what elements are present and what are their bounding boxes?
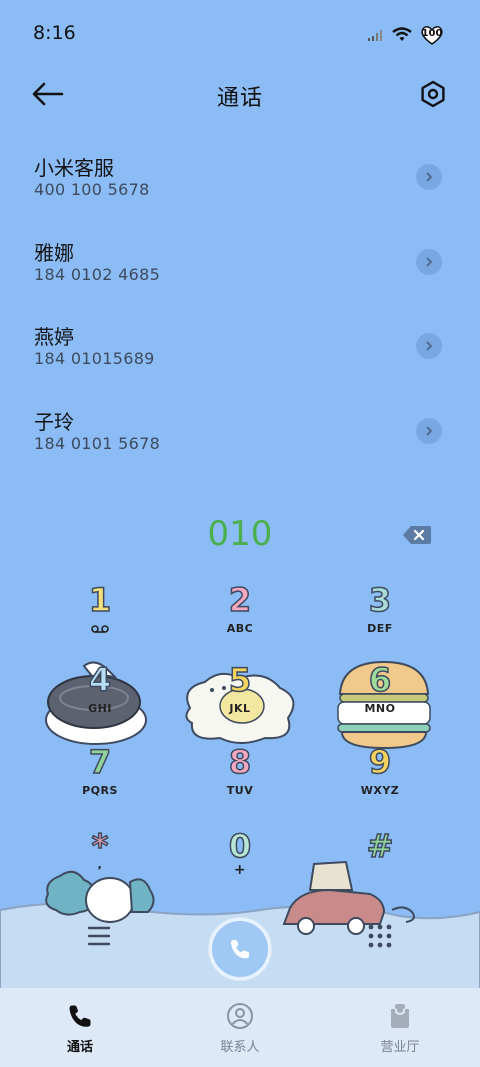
tab-contacts[interactable]: 联系人 <box>160 988 320 1067</box>
status-bar: 8:16 100 <box>0 0 480 68</box>
page-title: 通话 <box>216 86 263 111</box>
contact-detail-button[interactable] <box>416 417 442 444</box>
key-digit: 3 <box>368 580 392 620</box>
chevron-right-icon <box>426 425 433 436</box>
settings-icon[interactable] <box>418 79 448 109</box>
recent-calls-list: 小米客服 400 100 5678 雅娜 184 0102 4685 燕婷 18… <box>0 140 480 478</box>
contact-detail-button[interactable] <box>416 164 442 190</box>
phone-icon <box>69 1005 91 1027</box>
contact-name: 雅娜 <box>34 240 74 265</box>
bag-icon <box>391 1004 409 1028</box>
key-9[interactable]: 9 WXYZ <box>310 740 450 820</box>
contact-detail-button[interactable] <box>416 248 442 275</box>
bottom-tab-bar: 通话 联系人 营业厅 <box>0 988 480 1067</box>
key-1[interactable]: 1 <box>30 578 170 658</box>
contact-row[interactable]: 小米客服 400 100 5678 <box>0 140 480 225</box>
chevron-right-icon <box>426 256 433 267</box>
voicemail-icon <box>91 625 109 633</box>
key-digit: 8 <box>228 742 252 782</box>
battery-indicator: 100 <box>420 24 444 46</box>
dialpad-icon[interactable] <box>366 922 394 950</box>
tab-label: 通话 <box>66 1040 93 1055</box>
key-digit: 6 <box>368 660 392 700</box>
key-letters: TUV <box>226 784 254 797</box>
key-6[interactable]: 6 MNO <box>310 658 450 738</box>
contact-number: 184 0102 4685 <box>34 264 161 284</box>
key-2[interactable]: 2 ABC <box>170 578 310 658</box>
battery-level: 100 <box>421 28 443 39</box>
status-time: 8:16 <box>33 22 76 44</box>
key-7[interactable]: 7 PQRS <box>30 740 170 820</box>
key-8[interactable]: 8 TUV <box>170 740 310 820</box>
tab-calls[interactable]: 通话 <box>0 988 160 1067</box>
contact-name: 燕婷 <box>34 325 74 349</box>
key-hash[interactable]: # <box>310 824 450 904</box>
contact-detail-button[interactable] <box>416 333 442 359</box>
backspace-icon[interactable] <box>402 524 432 546</box>
key-letters: JKL <box>229 702 251 715</box>
tab-label: 营业厅 <box>380 1040 420 1055</box>
key-star[interactable]: * , <box>30 824 170 904</box>
key-letters: PQRS <box>82 784 118 797</box>
key-letters: WXYZ <box>360 784 400 797</box>
tab-store[interactable]: 营业厅 <box>320 988 480 1067</box>
contact-row[interactable]: 燕婷 184 01015689 <box>0 309 480 394</box>
key-letters: ABC <box>226 622 254 635</box>
key-letters: , <box>97 858 103 871</box>
key-digit: 5 <box>228 660 252 700</box>
call-button[interactable] <box>209 918 271 980</box>
key-digit: 4 <box>88 660 112 700</box>
key-letters: + <box>233 862 247 878</box>
key-digit: 7 <box>88 742 112 782</box>
contact-row[interactable]: 子玲 184 0101 5678 <box>0 394 480 479</box>
key-4[interactable]: 4 GHI <box>30 658 170 738</box>
menu-icon[interactable] <box>86 924 112 948</box>
key-digit: 9 <box>368 742 392 782</box>
chevron-right-icon <box>426 341 433 351</box>
key-letters: DEF <box>367 622 393 635</box>
contact-number: 184 0101 5678 <box>34 433 161 453</box>
tab-label: 联系人 <box>220 1040 260 1055</box>
key-letters: MNO <box>364 702 396 715</box>
contact-row[interactable]: 雅娜 184 0102 4685 <box>0 225 480 310</box>
key-digit: # <box>366 826 394 866</box>
status-icons: 100 <box>368 24 444 46</box>
key-digit: 1 <box>88 580 112 620</box>
contact-number: 184 01015689 <box>34 349 155 368</box>
signal-icon <box>368 30 382 41</box>
key-0[interactable]: 0 + <box>170 824 310 904</box>
phone-icon <box>231 940 249 959</box>
contact-number: 400 100 5678 <box>34 180 150 199</box>
person-icon <box>227 1003 253 1029</box>
key-letters: GHI <box>88 702 112 715</box>
header: 通话 <box>0 70 480 120</box>
chevron-right-icon <box>426 172 433 182</box>
key-3[interactable]: 3 DEF <box>310 578 450 658</box>
wifi-icon <box>392 27 412 41</box>
contact-name: 小米客服 <box>34 156 114 180</box>
contact-name: 子玲 <box>34 409 74 434</box>
key-5[interactable]: 5 JKL <box>170 658 310 738</box>
key-digit: 2 <box>228 580 252 620</box>
